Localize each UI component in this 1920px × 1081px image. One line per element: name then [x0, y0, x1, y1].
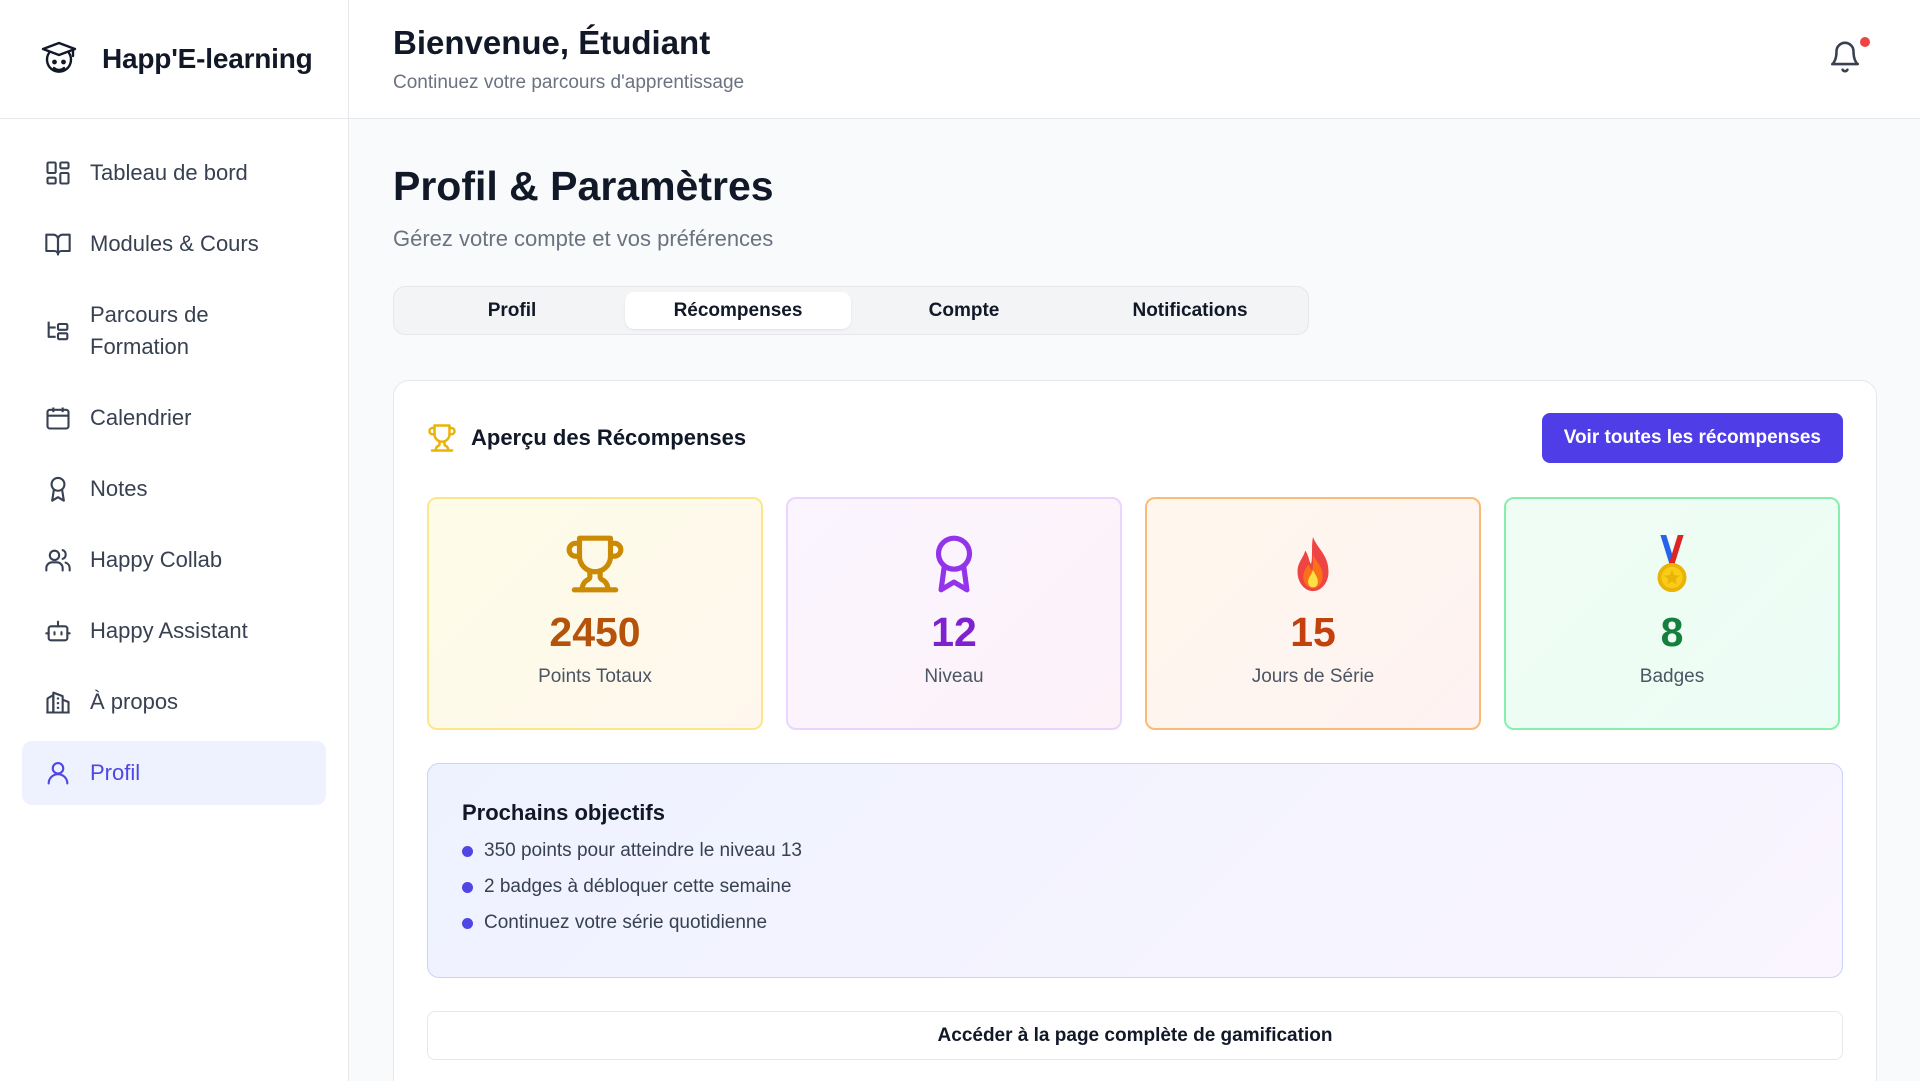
sidebar-item-label: Calendrier: [90, 405, 192, 430]
next-goals-title: Prochains objectifs: [462, 800, 665, 825]
bullet-dot: [462, 881, 473, 893]
sidebar-item-modules[interactable]: Modules & Cours: [22, 212, 326, 276]
sidebar: Happ'E-learning Tableau de bord Modules …: [0, 0, 349, 1081]
users-icon: [44, 546, 72, 574]
sidebar-item-notes[interactable]: Notes: [22, 457, 326, 521]
stat-label: Points Totaux: [538, 666, 652, 687]
tab-compte[interactable]: Compte: [851, 292, 1077, 329]
stat-value: 2450: [549, 609, 641, 655]
sidebar-item-calendar[interactable]: Calendrier: [22, 386, 326, 450]
sidebar-item-dashboard[interactable]: Tableau de bord: [22, 141, 326, 205]
sidebar-item-label: Happy Collab: [90, 547, 223, 572]
stat-label: Jours de Série: [1251, 666, 1375, 687]
sidebar-item-profile[interactable]: Profil: [22, 741, 326, 805]
tab-notifications[interactable]: Notifications: [1077, 292, 1303, 329]
view-all-rewards-button[interactable]: Voir toutes les récompenses: [1541, 413, 1843, 463]
bullet-dot: [462, 845, 473, 857]
medal-icon: [1641, 533, 1703, 595]
next-goals-panel: Prochains objectifs 350 points pour atte…: [427, 763, 1843, 978]
sidebar-item-label: Profil: [90, 760, 141, 785]
gamification-page-button[interactable]: Accéder à la page complète de gamificati…: [427, 1011, 1843, 1060]
book-icon: [44, 230, 72, 258]
stat-value: 12: [931, 609, 977, 655]
sidebar-item-label: Tableau de bord: [90, 160, 248, 185]
goal-item: 350 points pour atteindre le niveau 13: [462, 840, 1808, 862]
rewards-title-text: Aperçu des Récompenses: [471, 425, 747, 450]
student-face-icon: [40, 40, 78, 78]
reward-stats: 2450 Points Totaux 12 Niveau 15 Jours de…: [427, 497, 1843, 730]
trophy-icon: [427, 423, 457, 453]
building-icon: [44, 688, 72, 716]
page-title: Profil & Paramètres: [393, 163, 774, 209]
goal-item: Continuez votre série quotidienne: [462, 912, 1808, 934]
sidebar-item-happy-assistant[interactable]: Happy Assistant: [22, 599, 326, 663]
goal-item: 2 badges à débloquer cette semaine: [462, 876, 1808, 898]
trophy-icon: [564, 533, 626, 595]
sidebar-item-label: Happy Assistant: [90, 618, 248, 643]
tab-profil[interactable]: Profil: [399, 292, 625, 329]
stat-card-badges: 8 Badges: [1504, 497, 1840, 730]
rewards-card: Aperçu des Récompenses Voir toutes les r…: [393, 380, 1877, 1081]
stat-value: 15: [1290, 609, 1336, 655]
fire-icon: [1282, 533, 1344, 595]
sidebar-item-label: Modules & Cours: [90, 231, 259, 256]
sidebar-item-training-paths[interactable]: Parcours de Formation: [22, 283, 326, 379]
main-content: Profil & Paramètres Gérez votre compte e…: [393, 119, 1877, 1081]
bot-icon: [44, 617, 72, 645]
welcome-title: Bienvenue, Étudiant: [393, 24, 711, 61]
brand[interactable]: Happ'E-learning: [0, 0, 348, 119]
dashboard-icon: [44, 159, 72, 187]
sidebar-item-about[interactable]: À propos: [22, 670, 326, 734]
award-ribbon-icon: [923, 533, 985, 595]
stat-label: Niveau: [924, 666, 984, 687]
path-tree-icon: [44, 317, 72, 345]
goal-text: Continuez votre série quotidienne: [484, 912, 768, 933]
welcome-subtitle: Continuez votre parcours d'apprentissage: [393, 72, 745, 93]
tab-recompenses[interactable]: Récompenses: [625, 292, 851, 329]
settings-tabs: Profil Récompenses Compte Notifications: [393, 286, 1309, 335]
rewards-title: Aperçu des Récompenses: [427, 423, 746, 453]
award-icon: [44, 475, 72, 503]
calendar-icon: [44, 404, 72, 432]
sidebar-item-label: Notes: [90, 476, 148, 501]
stat-label: Badges: [1639, 666, 1705, 687]
brand-title: Happ'E-learning: [102, 43, 313, 74]
sidebar-item-label: Parcours de Formation: [90, 302, 209, 359]
stat-card-streak: 15 Jours de Série: [1145, 497, 1481, 730]
top-header: Bienvenue, Étudiant Continuez votre parc…: [349, 0, 1920, 119]
page-subtitle: Gérez votre compte et vos préférences: [393, 226, 774, 251]
sidebar-nav: Tableau de bord Modules & Cours Parcours…: [0, 119, 348, 805]
bullet-dot: [462, 917, 473, 929]
notification-dot: [1860, 37, 1870, 47]
stat-card-points: 2450 Points Totaux: [427, 497, 763, 730]
goal-text: 2 badges à débloquer cette semaine: [484, 876, 792, 897]
sidebar-item-happy-collab[interactable]: Happy Collab: [22, 528, 326, 592]
user-icon: [44, 759, 72, 787]
bell-icon[interactable]: [1828, 40, 1862, 74]
rewards-card-header: Aperçu des Récompenses Voir toutes les r…: [427, 413, 1843, 463]
sidebar-item-label: À propos: [90, 689, 179, 714]
stat-card-level: 12 Niveau: [786, 497, 1122, 730]
stat-value: 8: [1660, 609, 1684, 655]
goal-text: 350 points pour atteindre le niveau 13: [484, 840, 802, 861]
